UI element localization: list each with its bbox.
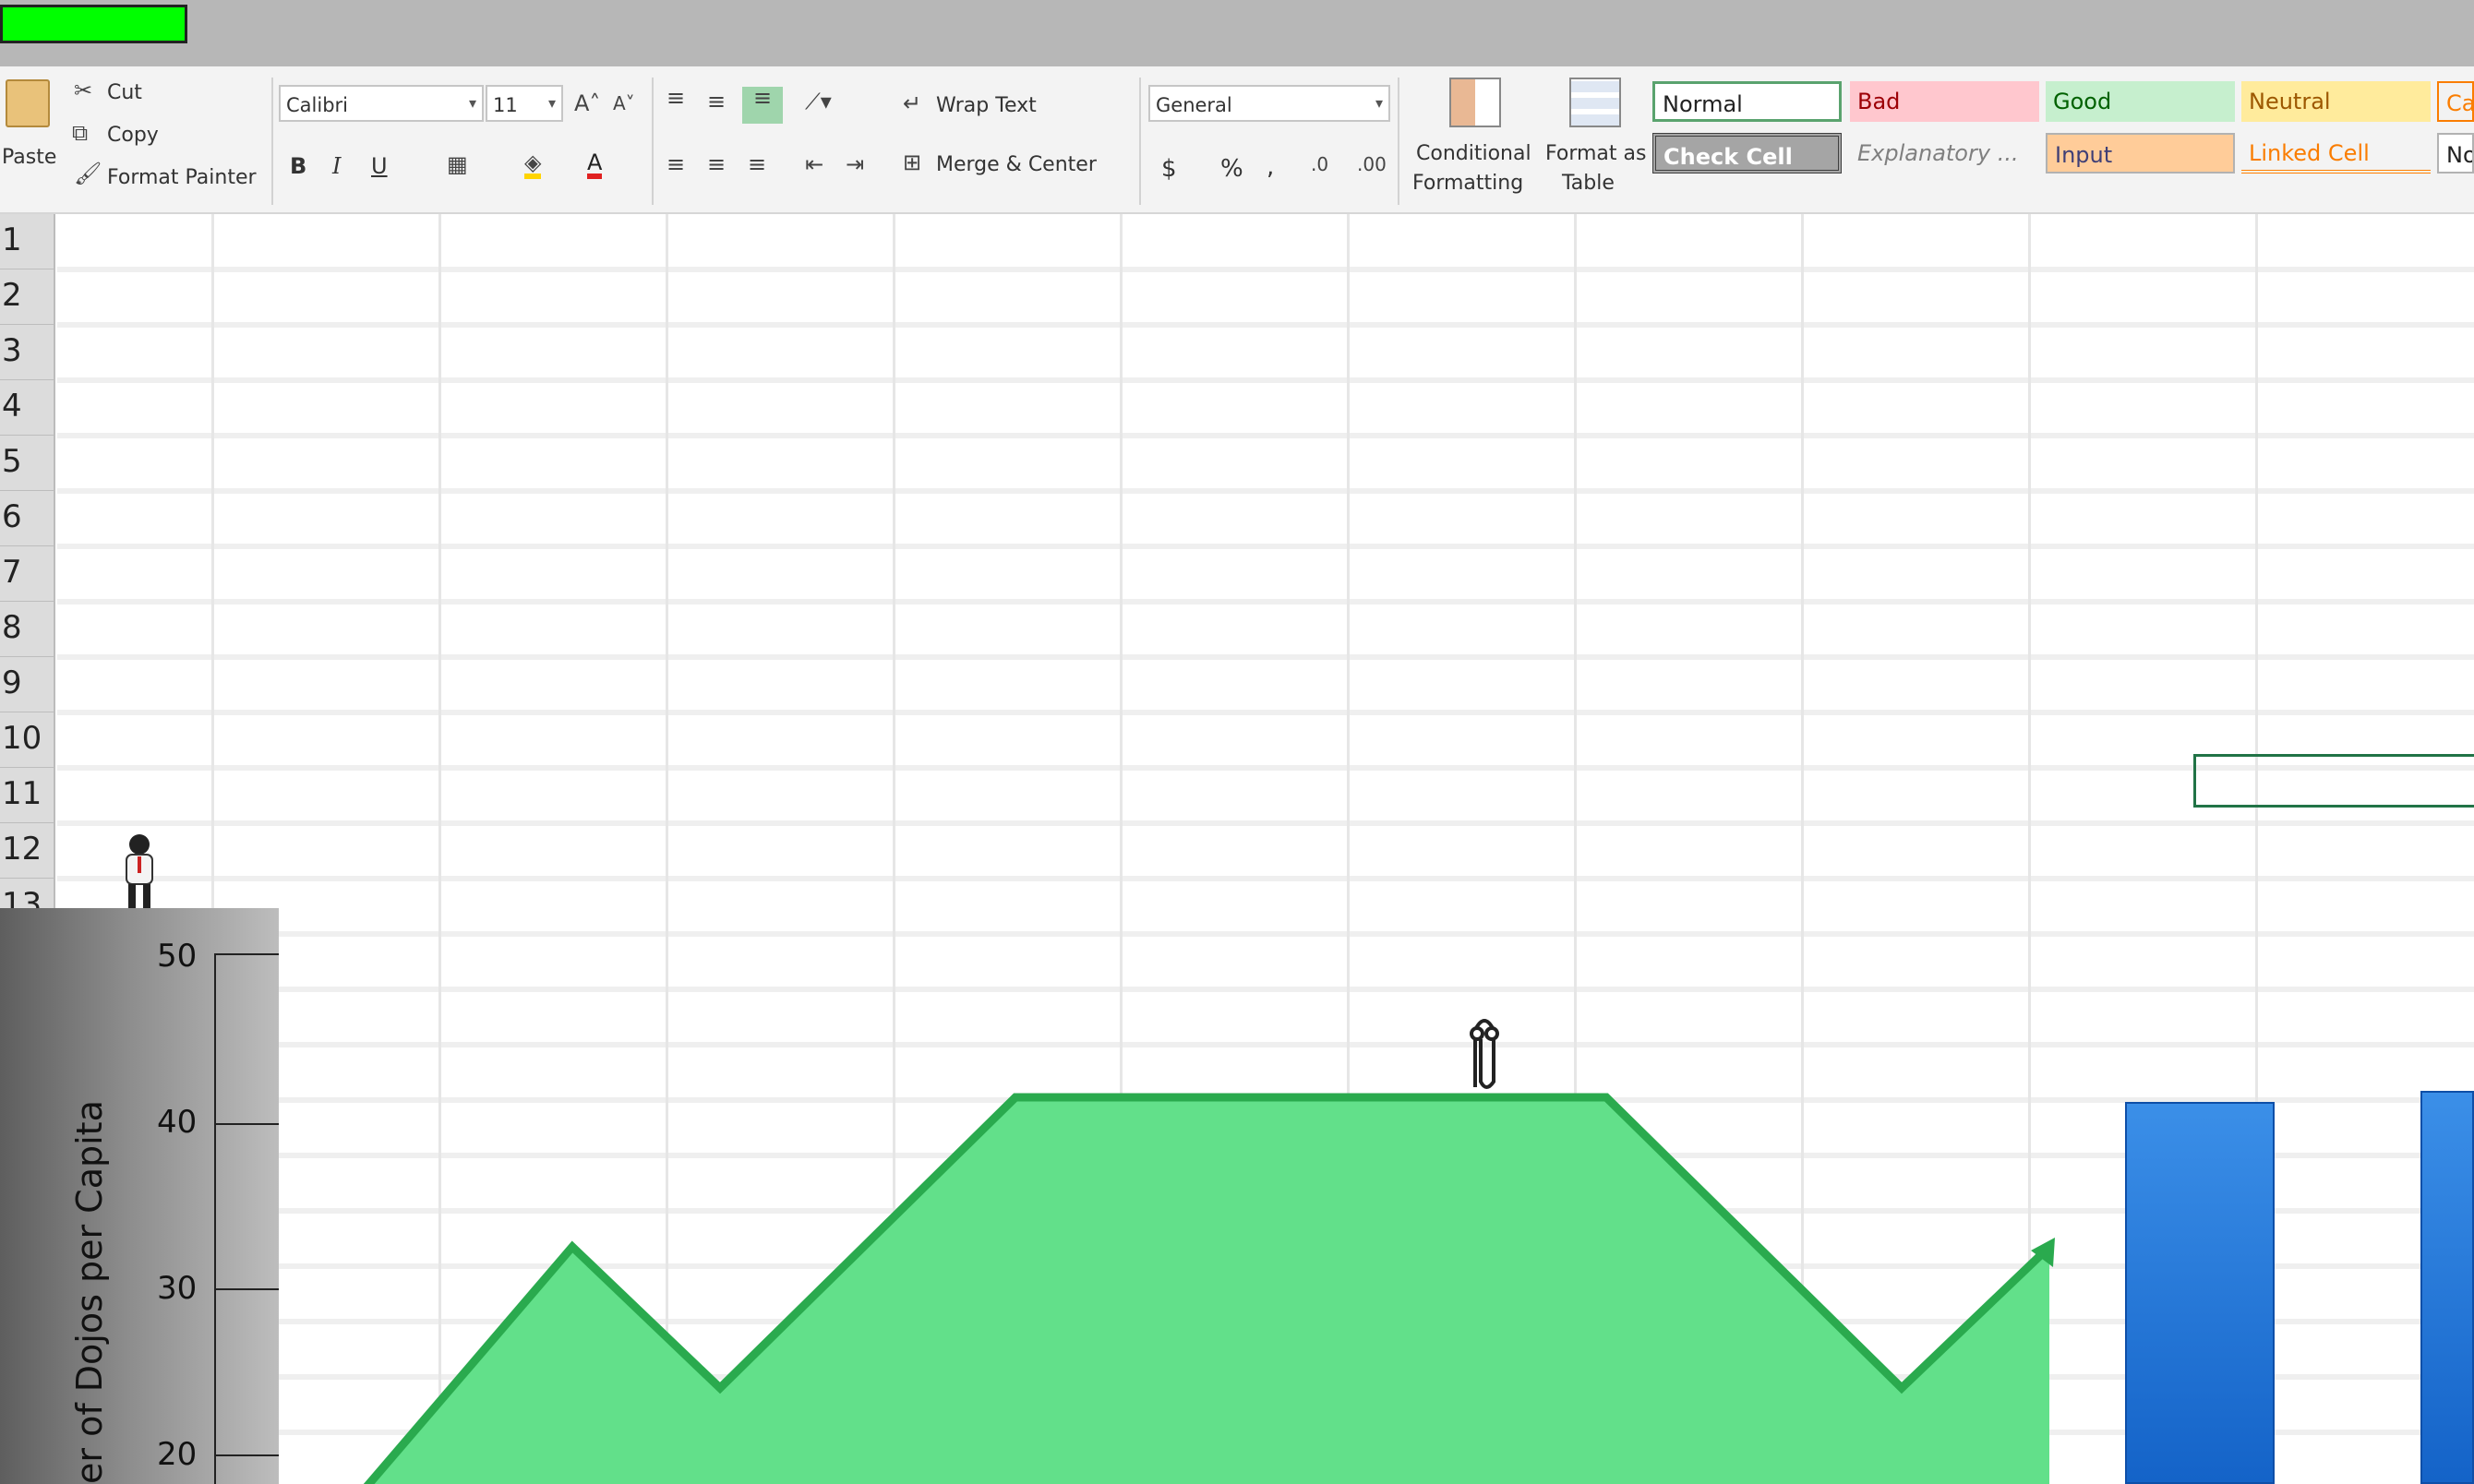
bar: [2420, 1090, 2474, 1484]
area-fill: [323, 1097, 2049, 1484]
area-chart: [126, 834, 2055, 1484]
bar: [2125, 1102, 2275, 1484]
man-sprite-icon: [126, 834, 153, 908]
paperclip-sprite-icon: [1470, 1019, 1499, 1089]
